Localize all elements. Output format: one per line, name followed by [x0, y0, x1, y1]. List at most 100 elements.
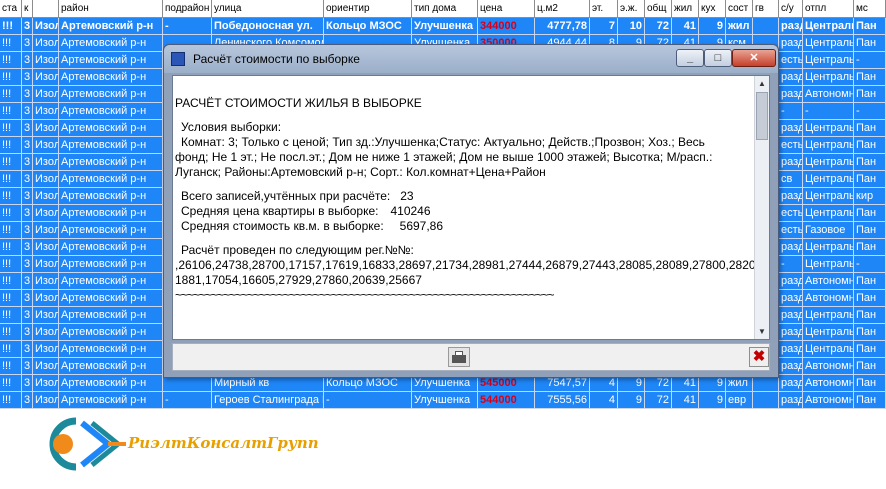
table-cell: Централь: [803, 52, 854, 69]
column-header[interactable]: эт.: [590, 0, 618, 18]
column-header[interactable]: гв: [753, 0, 779, 18]
logo-mark-icon: [49, 417, 126, 471]
table-cell: Артемовский р-н: [59, 137, 163, 154]
table-cell: 7555,56: [535, 392, 590, 409]
table-cell: Централь: [803, 120, 854, 137]
table-cell: разд: [779, 392, 803, 409]
table-cell: 72: [645, 392, 672, 409]
table-cell: -: [854, 256, 886, 273]
table-cell: Артемовский р-н: [59, 273, 163, 290]
column-header[interactable]: кух: [699, 0, 726, 18]
table-cell: Пан: [854, 18, 886, 35]
column-header[interactable]: общ: [645, 0, 672, 18]
column-header[interactable]: подрайон: [163, 0, 212, 18]
regs-line: ,26106,24738,28700,17157,17619,16833,286…: [175, 258, 755, 272]
column-header[interactable]: ц.м2: [535, 0, 590, 18]
table-cell: 344000: [478, 18, 535, 35]
table-cell: евр: [726, 392, 753, 409]
print-button[interactable]: [448, 347, 470, 367]
table-cell: !!!: [0, 392, 22, 409]
table-cell: Артемовский р-н: [59, 188, 163, 205]
column-header[interactable]: жил: [672, 0, 699, 18]
table-cell: Централь: [803, 154, 854, 171]
table-cell: разд: [779, 35, 803, 52]
table-row[interactable]: !!! 3 Изол Артемовский р-н - Победоносная ул.…: [0, 18, 886, 35]
table-cell: 3: [22, 324, 33, 341]
column-header[interactable]: к: [22, 0, 33, 18]
table-cell: Изол: [33, 103, 59, 120]
column-header[interactable]: цена: [478, 0, 535, 18]
grid-header: ста к район подрайон улица ориентир тип дома це…: [0, 0, 886, 18]
table-cell: есть: [779, 205, 803, 222]
table-cell: разд: [779, 18, 803, 35]
table-cell: !!!: [0, 171, 22, 188]
table-cell: 3: [22, 222, 33, 239]
table-cell: !!!: [0, 273, 22, 290]
table-cell: Артемовский р-н: [59, 35, 163, 52]
table-cell: Изол: [33, 256, 59, 273]
table-cell: -: [779, 103, 803, 120]
column-header[interactable]: улица: [212, 0, 324, 18]
table-cell: !!!: [0, 120, 22, 137]
exit-button[interactable]: ✖: [749, 347, 769, 367]
column-header[interactable]: сост: [726, 0, 753, 18]
table-cell: Пан: [854, 307, 886, 324]
table-cell: 3: [22, 86, 33, 103]
table-cell: -: [803, 103, 854, 120]
table-cell: Артемовский р-н: [59, 171, 163, 188]
table-cell: Автономн: [803, 358, 854, 375]
scroll-down-icon[interactable]: ▼: [755, 324, 769, 339]
logo-text: РиэлтКонсалтГрупп: [128, 434, 319, 452]
column-header[interactable]: отпл: [803, 0, 854, 18]
table-cell: [753, 18, 779, 35]
column-header[interactable]: [33, 0, 59, 18]
table-cell: Изол: [33, 86, 59, 103]
table-cell: Изол: [33, 120, 59, 137]
table-cell: жил: [726, 18, 753, 35]
column-header[interactable]: с/у: [779, 0, 803, 18]
table-cell: !!!: [0, 239, 22, 256]
table-cell: 3: [22, 103, 33, 120]
close-button[interactable]: ✕: [732, 49, 776, 67]
table-cell: Автономн: [803, 290, 854, 307]
table-cell: Централь: [803, 69, 854, 86]
table-cell: Артемовский р-н: [59, 120, 163, 137]
table-cell: разд: [779, 358, 803, 375]
table-cell: Централь: [803, 18, 854, 35]
table-cell: Улучшенка: [412, 392, 478, 409]
maximize-button[interactable]: □: [704, 49, 732, 67]
table-cell: Артемовский р-н: [59, 256, 163, 273]
table-cell: Изол: [33, 18, 59, 35]
table-cell: Централь: [803, 239, 854, 256]
table-cell: Кольцо МЗОС: [324, 18, 412, 35]
column-header[interactable]: ста: [0, 0, 22, 18]
scroll-up-icon[interactable]: ▲: [755, 76, 769, 91]
table-cell: 3: [22, 358, 33, 375]
minimize-button[interactable]: _: [676, 49, 704, 67]
table-cell: Централь: [803, 35, 854, 52]
table-row[interactable]: !!! 3 Изол Артемовский р-н - Героев Сталингра…: [0, 392, 886, 409]
separator-line: ~~~~~~~~~~~~~~~~~~~~~~~~~~~~~~~~~~~~~~~~…: [175, 288, 555, 302]
scroll-thumb[interactable]: [756, 92, 768, 140]
table-cell: Изол: [33, 52, 59, 69]
column-header[interactable]: э.ж.: [618, 0, 645, 18]
table-cell: Пан: [854, 239, 886, 256]
column-header[interactable]: ориентир: [324, 0, 412, 18]
conditions-line: Комнат: 3; Только с ценой; Тип зд.:Улучш…: [181, 135, 705, 149]
table-cell: разд: [779, 154, 803, 171]
column-header[interactable]: район: [59, 0, 163, 18]
column-header[interactable]: мс: [854, 0, 886, 18]
report-text[interactable]: РАСЧЁТ СТОИМОСТИ ЖИЛЬЯ В ВЫБОРКЕ Условия…: [173, 76, 755, 339]
dialog-titlebar[interactable]: Расчёт стоимости по выборке _ □ ✕: [164, 45, 778, 73]
column-header[interactable]: тип дома: [412, 0, 478, 18]
vertical-scrollbar[interactable]: ▲ ▼: [754, 76, 769, 339]
table-cell: !!!: [0, 307, 22, 324]
table-cell: 3: [22, 290, 33, 307]
table-cell: Изол: [33, 35, 59, 52]
table-cell: 3: [22, 171, 33, 188]
conditions-label: Условия выборки:: [181, 120, 282, 134]
table-cell: 3: [22, 256, 33, 273]
table-cell: есть: [779, 222, 803, 239]
table-cell: !!!: [0, 188, 22, 205]
table-cell: Централь: [803, 205, 854, 222]
